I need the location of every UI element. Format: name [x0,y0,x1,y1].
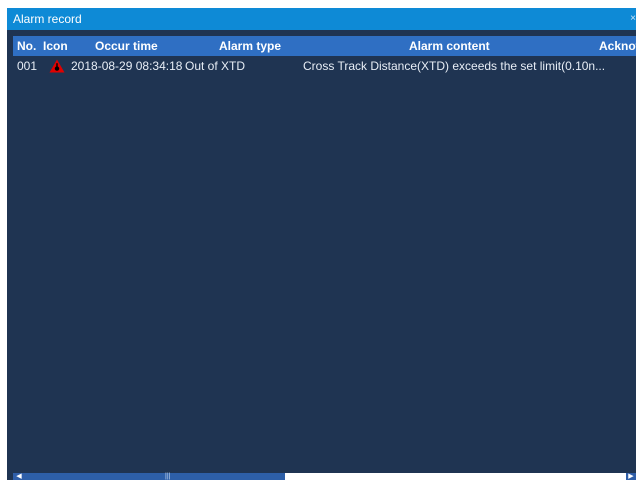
title-bar: Alarm record × [7,8,636,30]
table-header: No. Icon Occur time Alarm type Alarm con… [13,36,636,56]
alarm-table: No. Icon Occur time Alarm type Alarm con… [13,36,636,468]
scroll-right-arrow-icon[interactable]: ▶ [626,473,636,480]
column-header-no[interactable]: No. [17,36,41,56]
cell-occur-time: 2018-08-29 08:34:18 [71,59,183,73]
table-row[interactable]: 001 2018-08-29 08:34:18 Out of XTD Cross… [13,56,636,76]
column-header-acknowledge[interactable]: Acknow [599,36,636,56]
column-header-alarm-type[interactable]: Alarm type [219,36,309,56]
column-header-alarm-content[interactable]: Alarm content [409,36,529,56]
warning-triangle-icon [49,59,65,73]
scrollbar-grip-icon: ||| [165,473,171,480]
window-title: Alarm record [13,12,82,26]
alarm-record-window: Alarm record × No. Icon Occur time Alarm… [7,8,636,480]
close-icon[interactable]: × [628,8,636,30]
scrollbar-thumb[interactable]: ||| [25,473,285,480]
horizontal-scrollbar[interactable]: ◀ ||| ▶ [13,473,636,480]
column-header-icon[interactable]: Icon [43,36,69,56]
cell-alarm-type: Out of XTD [185,59,246,73]
scroll-left-arrow-icon[interactable]: ◀ [13,473,25,480]
cell-no: 001 [17,59,38,73]
column-header-occur-time[interactable]: Occur time [95,36,185,56]
cell-alarm-content: Cross Track Distance(XTD) exceeds the se… [303,59,606,73]
